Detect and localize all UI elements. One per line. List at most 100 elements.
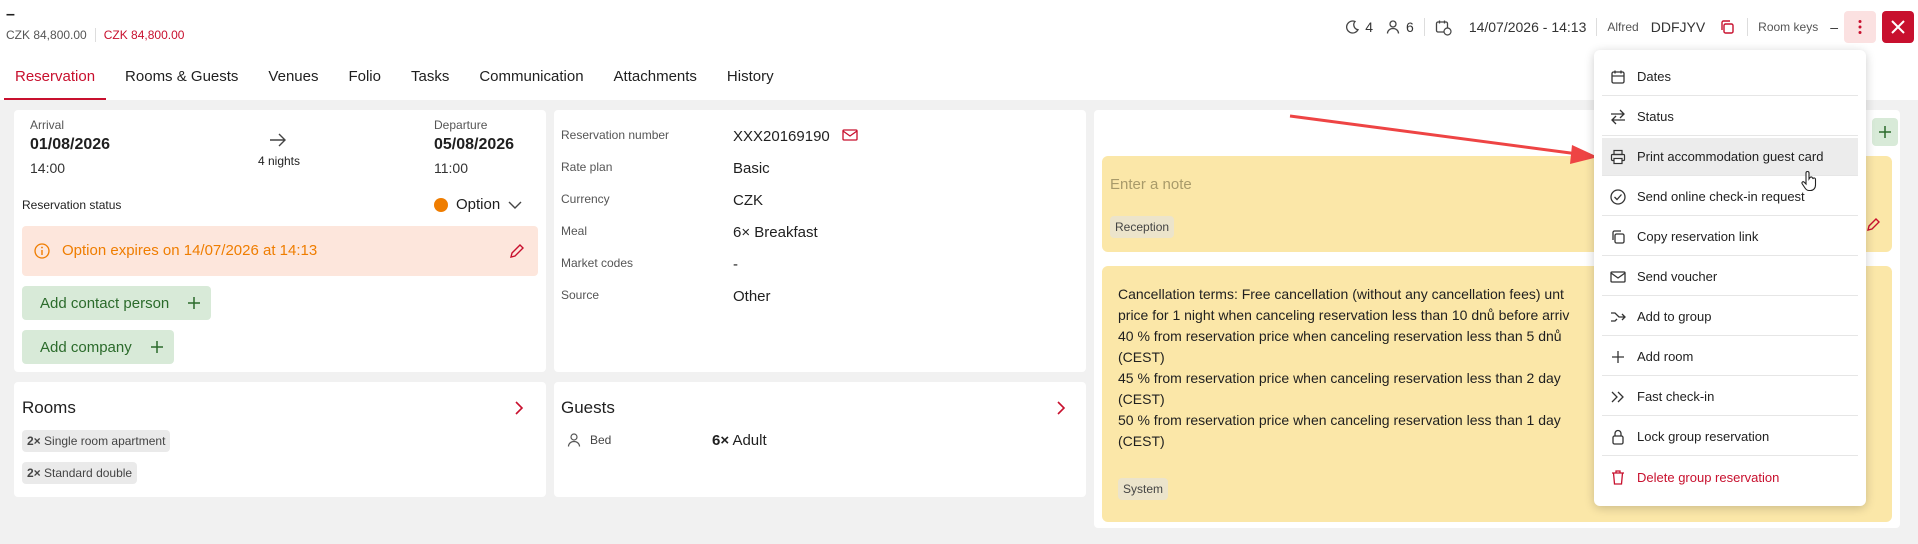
tab-tasks[interactable]: Tasks [400, 60, 460, 100]
guest-summary: 6× Adult [712, 432, 767, 449]
detail-value: 6× Breakfast [733, 224, 818, 241]
reception-tag[interactable]: Reception [1110, 216, 1175, 238]
room-chip: 2× Standard double [22, 462, 138, 484]
tab-venues[interactable]: Venues [257, 60, 329, 100]
detail-row: Market codes - [561, 256, 738, 273]
arrow-right-icon [270, 133, 286, 147]
reservation-number: XXX20169190 [733, 128, 830, 145]
menu-item-delete-group[interactable]: Delete group reservation [1602, 458, 1858, 496]
copy-icon [1721, 20, 1734, 34]
trash-icon [1612, 470, 1624, 485]
created-datetime: 14/07/2026 - 14:13 [1468, 19, 1587, 35]
copy-code-button[interactable] [1711, 11, 1743, 43]
cancellation-line: Cancellation terms: Free cancellation (w… [1118, 286, 1564, 302]
status-value: Option [456, 196, 501, 213]
menu-item-add-room[interactable]: Add room [1602, 338, 1858, 376]
guests-count: 6 [1406, 19, 1414, 35]
detail-value: CZK [733, 192, 763, 209]
cancellation-line: 45 % from reservation price when canceli… [1118, 370, 1561, 386]
plus-icon [150, 341, 163, 353]
menu-item-label: Lock group reservation [1637, 429, 1770, 444]
close-button[interactable] [1882, 11, 1914, 43]
detail-value: Basic [733, 160, 770, 177]
detail-label: Rate plan [561, 160, 613, 174]
user-name: Alfred [1607, 20, 1639, 34]
menu-item-label: Status [1637, 109, 1674, 124]
envelope-icon[interactable] [842, 128, 858, 142]
menu-item-label: Fast check-in [1637, 389, 1715, 404]
nights-count: 4 [1365, 19, 1374, 35]
menu-item-online-check-in[interactable]: Send online check-in request [1602, 178, 1858, 216]
status-dot [434, 197, 448, 212]
guest-count: 6× [712, 432, 730, 449]
arrival-date: 01/08/2026 [30, 136, 111, 153]
menu-item-copy-link[interactable]: Copy reservation link [1602, 218, 1858, 256]
detail-label: Currency [561, 192, 610, 206]
option-expiry-text: Option expires on 14/07/2026 at 14:13 [62, 242, 318, 259]
plus-icon [188, 297, 201, 309]
departure-time: 11:00 [434, 160, 468, 176]
detail-label: Source [561, 288, 600, 302]
price-total: CZK 84,800.00 [6, 28, 87, 42]
more-actions-menu: Dates Status Print accommodation guest c… [1594, 50, 1866, 506]
detail-row: Currency CZK [561, 192, 763, 209]
lock-icon [1612, 429, 1624, 445]
chevron-right-icon[interactable] [1056, 400, 1066, 416]
detail-value: - [733, 256, 738, 273]
departure-label: Departure [434, 118, 488, 132]
menu-item-status[interactable]: Status [1602, 98, 1858, 136]
detail-row: Reservation number XXX20169190 [561, 128, 858, 145]
kebab-menu-icon [1858, 20, 1862, 34]
info-icon [34, 243, 50, 259]
menu-item-label: Send online check-in request [1637, 189, 1805, 204]
note-input[interactable]: Enter a note [1110, 176, 1192, 193]
menu-item-add-to-group[interactable]: Add to group [1602, 298, 1858, 336]
option-expiry-banner: Option expires on 14/07/2026 at 14:13 [22, 226, 538, 276]
menu-item-send-voucher[interactable]: Send voucher [1602, 258, 1858, 296]
cancellation-line: (CEST) [1118, 349, 1165, 365]
more-actions-button[interactable] [1844, 11, 1876, 43]
menu-item-lock-group[interactable]: Lock group reservation [1602, 418, 1858, 456]
room-count: 2× [27, 434, 41, 448]
tab-communication[interactable]: Communication [468, 60, 594, 100]
add-contact-person-button[interactable]: Add contact person [22, 286, 212, 320]
reservation-details-card: Reservation number XXX20169190 Rate plan… [554, 110, 1086, 372]
pencil-icon[interactable] [1866, 216, 1882, 232]
menu-item-label: Add room [1637, 349, 1694, 364]
cancellation-line: price for 1 night when canceling reserva… [1118, 307, 1570, 323]
cancellation-terms: Cancellation terms: Free cancellation (w… [1118, 284, 1598, 452]
plus-icon [1612, 350, 1624, 363]
tab-history[interactable]: History [716, 60, 785, 100]
menu-item-dates[interactable]: Dates [1602, 58, 1858, 96]
system-tag: System [1118, 478, 1169, 500]
menu-item-label: Copy reservation link [1637, 229, 1759, 244]
chevron-right-icon[interactable] [514, 400, 524, 416]
created-indicator: 14/07/2026 - 14:13 [1429, 19, 1593, 36]
tab-attachments[interactable]: Attachments [603, 60, 708, 100]
envelope-icon [1610, 270, 1626, 283]
menu-item-label: Dates [1637, 69, 1671, 84]
menu-item-print-guest-card[interactable]: Print accommodation guest card [1602, 138, 1858, 176]
add-company-button[interactable]: Add company [22, 330, 174, 364]
detail-row: Rate plan Basic [561, 160, 770, 177]
arrival-time: 14:00 [30, 160, 66, 176]
menu-item-fast-check-in[interactable]: Fast check-in [1602, 378, 1858, 416]
add-note-button[interactable] [1872, 118, 1898, 146]
status-dropdown[interactable]: Option [434, 196, 522, 213]
pencil-icon[interactable] [508, 242, 526, 260]
price-summary: CZK 84,800.00 CZK 84,800.00 [6, 28, 184, 42]
divider [1423, 18, 1425, 36]
nights-indicator: 4 [1338, 19, 1379, 35]
rooms-title: Rooms [22, 398, 76, 417]
divider [94, 28, 96, 42]
tab-rooms-guests[interactable]: Rooms & Guests [114, 60, 249, 100]
room-keys-label[interactable]: Room keys [1752, 20, 1824, 34]
nights-label: 4 nights [257, 154, 301, 168]
guests-indicator: 6 [1379, 19, 1420, 35]
tab-reservation[interactable]: Reservation [4, 60, 107, 100]
guests-title: Guests [561, 398, 615, 417]
double-chevron-icon [1611, 391, 1624, 402]
guest-type: Adult [732, 432, 767, 449]
calendar-icon [1611, 70, 1625, 84]
tab-folio[interactable]: Folio [337, 60, 392, 100]
